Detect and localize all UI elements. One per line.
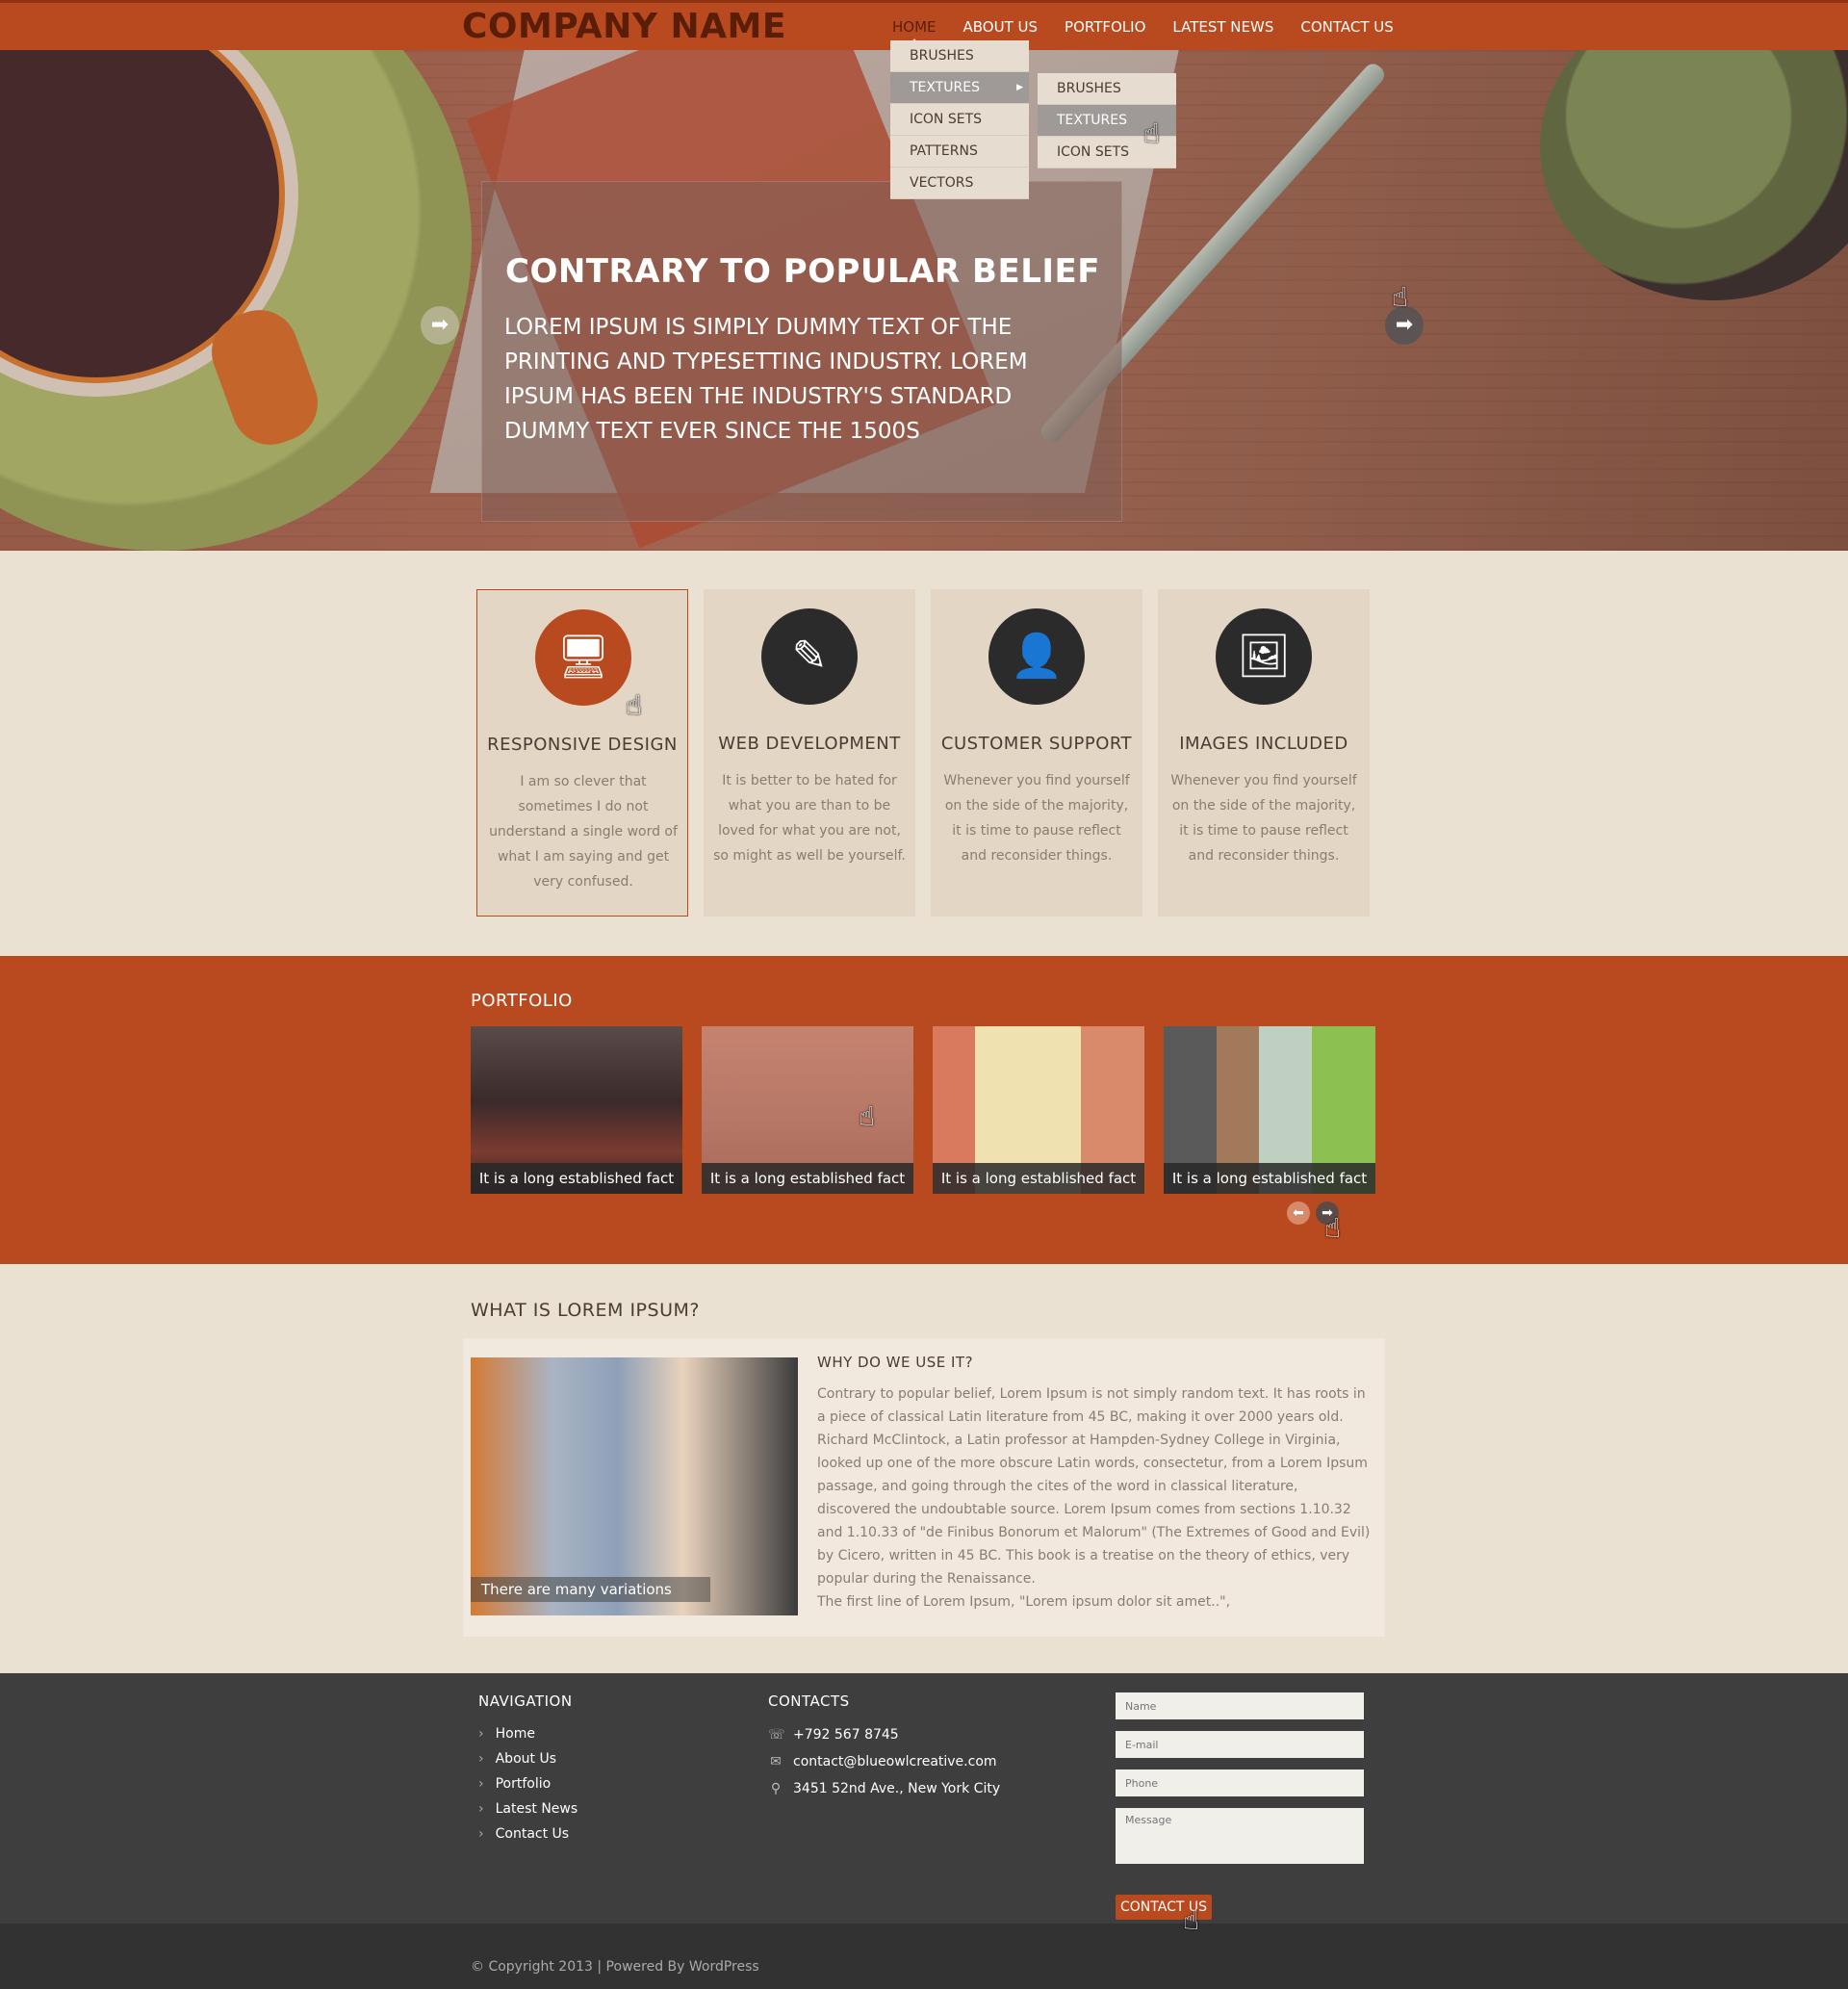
name-field[interactable] bbox=[1116, 1692, 1364, 1719]
nav-home[interactable]: HOME bbox=[892, 18, 937, 44]
hero-title: CONTRARY TO POPULAR BELIEF bbox=[505, 252, 1100, 291]
feature-text: I am so clever that sometimes I do not u… bbox=[489, 774, 678, 890]
feature-title: IMAGES INCLUDED bbox=[1179, 734, 1348, 754]
contact-form: CONTACT US ☝ bbox=[1116, 1692, 1364, 1936]
copyright-bar: © Copyright 2013 | Powered By WordPress bbox=[0, 1924, 1848, 1989]
images-icon: 🖼 bbox=[1216, 608, 1312, 705]
email-field[interactable] bbox=[1116, 1731, 1364, 1758]
feature-card-web-development[interactable]: ✎ WEB DEVELOPMENT It is better to be hat… bbox=[704, 589, 915, 917]
nav-contact[interactable]: CONTACT US bbox=[1300, 18, 1393, 36]
nav-portfolio[interactable]: PORTFOLIO bbox=[1065, 18, 1145, 36]
feature-text: Whenever you find yourself on the side o… bbox=[943, 773, 1130, 864]
portfolio-caption: It is a long established fact bbox=[933, 1163, 1144, 1194]
hand-cursor-icon: ☝ bbox=[626, 689, 643, 721]
arrow-right-icon: ➡ bbox=[1395, 313, 1414, 337]
site-logo[interactable]: COMPANY NAME bbox=[462, 7, 786, 46]
contact-email-value[interactable]: contact@blueowlcreative.com bbox=[793, 1754, 997, 1769]
about-paragraph: Contrary to popular belief, Lorem Ipsum … bbox=[817, 1386, 1371, 1587]
copyright-text: © Copyright 2013 | Powered By WordPress bbox=[471, 1959, 759, 1975]
portfolio-item[interactable]: It is a long established fact bbox=[702, 1026, 913, 1194]
footer-contacts: ☏ +792 567 8745 ✉ contact@blueowlcreative.… bbox=[768, 1721, 1000, 1802]
portfolio-section: PORTFOLIO It is a long established fact … bbox=[0, 956, 1848, 1264]
feature-title: WEB DEVELOPMENT bbox=[718, 734, 901, 754]
portfolio-caption: It is a long established fact bbox=[471, 1163, 682, 1194]
location-pin-icon: ⚲ bbox=[770, 1781, 782, 1796]
message-field[interactable] bbox=[1116, 1808, 1364, 1864]
monitor-icon: 🖥 bbox=[535, 609, 631, 706]
dropdown-item-label: TEXTURES bbox=[910, 80, 981, 95]
feature-title: RESPONSIVE DESIGN bbox=[487, 735, 678, 755]
dropdown-item-patterns[interactable]: PATTERNS bbox=[890, 136, 1029, 168]
portfolio-prev-button[interactable]: ⬅ bbox=[1287, 1201, 1310, 1225]
main-nav: HOME ABOUT US PORTFOLIO LATEST NEWS CONT… bbox=[892, 18, 1421, 44]
dropdown-item-vectors[interactable]: VECTORS bbox=[890, 168, 1029, 199]
dropdown-item-brushes[interactable]: BRUSHES bbox=[890, 40, 1029, 72]
portfolio-item[interactable]: It is a long established fact bbox=[471, 1026, 682, 1194]
hand-cursor-icon: ☝ bbox=[1183, 1904, 1200, 1936]
about-card: There are many variations WHY DO WE USE … bbox=[463, 1338, 1385, 1637]
contact-phone: ☏ +792 567 8745 bbox=[768, 1721, 1000, 1748]
phone-field[interactable] bbox=[1116, 1769, 1364, 1796]
dropdown-item-icon-sets[interactable]: ICON SETS bbox=[890, 104, 1029, 136]
portfolio-carousel: It is a long established fact It is a lo… bbox=[471, 1026, 1395, 1194]
feature-card-responsive[interactable]: 🖥 RESPONSIVE DESIGN I am so clever that … bbox=[476, 589, 688, 917]
submenu-arrow-icon: ▶ bbox=[1016, 83, 1023, 92]
feature-text: It is better to be hated for what you ar… bbox=[713, 773, 906, 864]
mail-icon: ✉ bbox=[770, 1754, 782, 1769]
portfolio-item[interactable]: It is a long established fact bbox=[933, 1026, 1144, 1194]
about-image-caption: There are many variations bbox=[471, 1577, 710, 1602]
hero-text: LOREM IPSUM IS SIMPLY DUMMY TEXT OF THE … bbox=[504, 315, 1028, 444]
arrow-left-icon: ⬅ bbox=[1293, 1205, 1304, 1221]
footer-contacts-title: CONTACTS bbox=[768, 1692, 850, 1710]
features-row: 🖥 RESPONSIVE DESIGN I am so clever that … bbox=[476, 589, 1385, 917]
contact-email: ✉ contact@blueowlcreative.com bbox=[768, 1748, 1000, 1775]
contact-address-value: 3451 52nd Ave., New York City bbox=[793, 1781, 1001, 1796]
submenu-item-brushes[interactable]: BRUSHES bbox=[1038, 73, 1176, 105]
about-paragraph: The first line of Lorem Ipsum, "Lorem ip… bbox=[817, 1594, 1231, 1610]
edit-icon: ✎ bbox=[761, 608, 858, 705]
portfolio-title: PORTFOLIO bbox=[471, 991, 573, 1011]
about-text: Contrary to popular belief, Lorem Ipsum … bbox=[817, 1382, 1371, 1614]
user-icon: 👤 bbox=[988, 608, 1085, 705]
footer-nav: Home About Us Portfolio Latest News Cont… bbox=[478, 1721, 578, 1847]
contact-phone-value: +792 567 8745 bbox=[793, 1727, 899, 1743]
hand-cursor-icon: ☝ bbox=[1143, 117, 1161, 149]
footer-link-latest-news[interactable]: Latest News bbox=[478, 1796, 578, 1821]
arrow-left-icon: ➡ bbox=[430, 313, 449, 337]
portfolio-caption: It is a long established fact bbox=[1164, 1163, 1375, 1194]
dropdown-item-textures[interactable]: TEXTURES ▶ bbox=[890, 72, 1029, 104]
about-subtitle: WHY DO WE USE IT? bbox=[817, 1354, 974, 1371]
hand-cursor-icon: ☝ bbox=[1392, 281, 1409, 313]
portfolio-item[interactable]: It is a long established fact bbox=[1164, 1026, 1375, 1194]
about-image: There are many variations bbox=[471, 1357, 798, 1615]
footer-nav-title: NAVIGATION bbox=[478, 1692, 573, 1710]
footer-link-home[interactable]: Home bbox=[478, 1721, 578, 1746]
footer-link-contact[interactable]: Contact Us bbox=[478, 1821, 578, 1847]
hand-cursor-icon: ☝ bbox=[1324, 1212, 1342, 1244]
phone-icon: ☏ bbox=[768, 1727, 785, 1743]
nav-dropdown: BRUSHES TEXTURES ▶ ICON SETS PATTERNS VEC… bbox=[890, 40, 1029, 199]
feature-card-images-included[interactable]: 🖼 IMAGES INCLUDED Whenever you find your… bbox=[1158, 589, 1370, 917]
slider-prev-button[interactable]: ➡ bbox=[421, 306, 459, 345]
contact-address: ⚲ 3451 52nd Ave., New York City bbox=[768, 1775, 1000, 1802]
footer-link-about[interactable]: About Us bbox=[478, 1746, 578, 1771]
site-footer: NAVIGATION Home About Us Portfolio Lates… bbox=[0, 1673, 1848, 1936]
feature-card-customer-support[interactable]: 👤 CUSTOMER SUPPORT Whenever you find you… bbox=[931, 589, 1142, 917]
nav-about[interactable]: ABOUT US bbox=[963, 18, 1039, 36]
hand-cursor-icon: ☝ bbox=[859, 1100, 876, 1132]
nav-latest-news[interactable]: LATEST NEWS bbox=[1172, 18, 1273, 36]
portfolio-caption: It is a long established fact bbox=[702, 1163, 913, 1194]
feature-text: Whenever you find yourself on the side o… bbox=[1170, 773, 1357, 864]
feature-title: CUSTOMER SUPPORT bbox=[940, 734, 1133, 754]
footer-link-portfolio[interactable]: Portfolio bbox=[478, 1771, 578, 1796]
about-title: WHAT IS LOREM IPSUM? bbox=[471, 1300, 700, 1321]
